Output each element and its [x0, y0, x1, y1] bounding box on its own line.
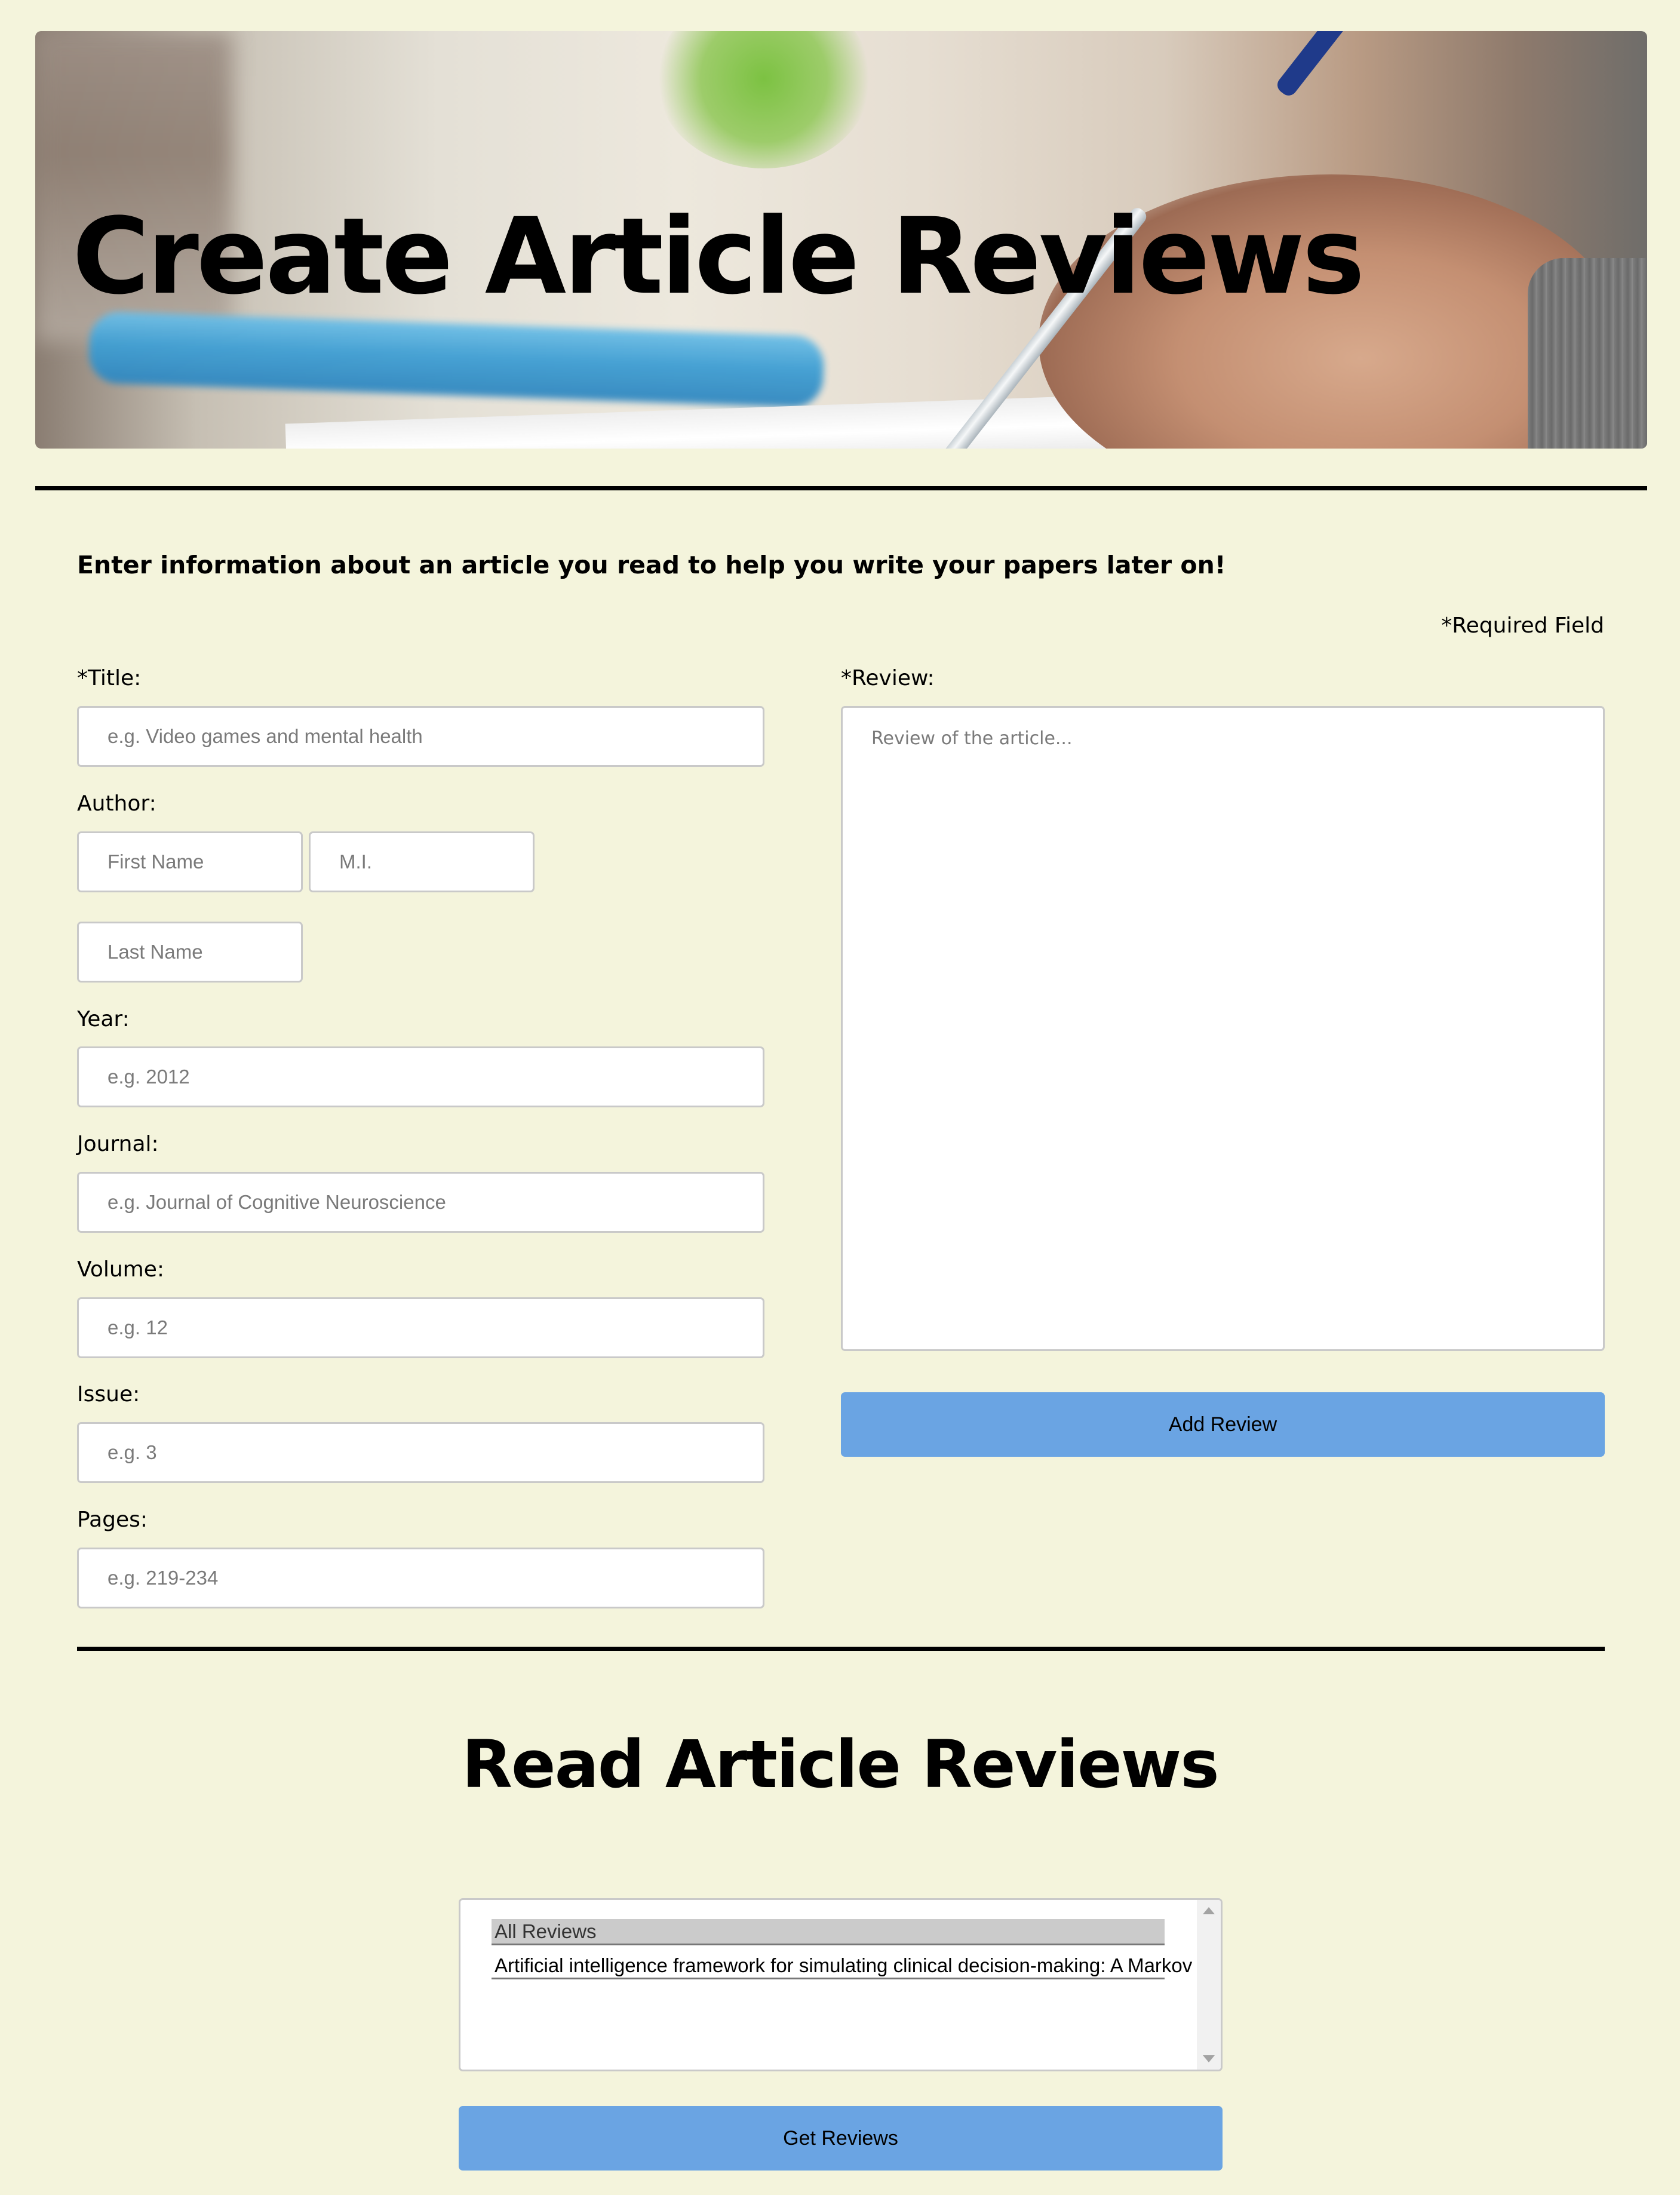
page-title: Create Article Reviews — [72, 195, 1365, 318]
author-first-name-input[interactable] — [77, 831, 303, 892]
listbox-option-all-reviews[interactable]: All Reviews — [492, 1919, 1165, 1945]
banner-pen-cap-image — [1274, 31, 1349, 99]
scroll-down-arrow-icon[interactable] — [1203, 2055, 1215, 2062]
issue-input[interactable] — [77, 1422, 764, 1483]
pages-label: Pages: — [77, 1508, 148, 1532]
header-divider — [35, 486, 1647, 490]
read-reviews-heading: Read Article Reviews — [462, 1726, 1219, 1803]
issue-label: Issue: — [77, 1382, 140, 1407]
year-input[interactable] — [77, 1046, 764, 1107]
scroll-up-arrow-icon[interactable] — [1203, 1907, 1215, 1914]
volume-input[interactable] — [77, 1297, 764, 1358]
journal-input[interactable] — [77, 1172, 764, 1233]
listbox-scrollbar[interactable] — [1197, 1900, 1221, 2070]
title-input[interactable] — [77, 706, 764, 767]
author-last-name-input[interactable] — [77, 922, 303, 983]
review-label: *Review: — [841, 666, 935, 690]
listbox-option-article[interactable]: Artificial intelligence framework for si… — [492, 1953, 1192, 1979]
required-field-note: *Required Field — [1441, 613, 1604, 638]
get-reviews-button[interactable]: Get Reviews — [459, 2106, 1223, 2171]
banner-background-folder — [88, 311, 825, 409]
section-divider — [77, 1647, 1605, 1651]
author-label: Author: — [77, 791, 156, 816]
author-middle-initial-input[interactable] — [309, 831, 535, 892]
review-textarea[interactable] — [841, 706, 1605, 1351]
reviews-listbox[interactable]: All Reviews Artificial intelligence fram… — [459, 1898, 1223, 2071]
add-review-button[interactable]: Add Review — [841, 1392, 1605, 1457]
banner-sleeve-image — [1528, 258, 1647, 449]
year-label: Year: — [77, 1007, 130, 1032]
pages-input[interactable] — [77, 1548, 764, 1608]
title-label: *Title: — [77, 666, 142, 690]
banner-background-plant — [656, 31, 871, 168]
journal-label: Journal: — [77, 1132, 159, 1156]
header-banner: Create Article Reviews — [35, 31, 1647, 449]
volume-label: Volume: — [77, 1257, 165, 1282]
form-intro: Enter information about an article you r… — [77, 551, 1226, 579]
